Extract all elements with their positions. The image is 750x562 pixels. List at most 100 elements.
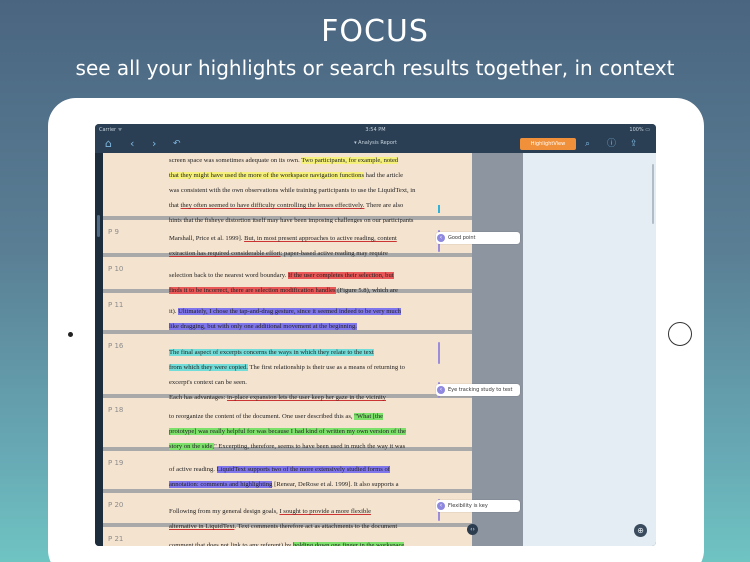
plain-text: screen space was sometimes adequate on i… [169,157,302,164]
plain-text: was consistent with the own observations… [169,187,416,194]
plain-text: (Figure 5.8), which are [335,287,398,294]
plain-text: of active reading. [169,466,217,473]
excerpt-text: to reorganize the content of the documen… [169,409,469,454]
highlight-span[interactable]: annotation: comments and highlighting [169,481,273,488]
plain-text: it). [169,308,179,315]
workspace-pane[interactable] [523,153,656,546]
excerpt-text: of active reading. LiquidText supports t… [169,462,469,492]
text-line: of active reading. LiquidText supports t… [169,462,469,477]
plain-text: The first relationship is their use as a… [247,364,405,371]
highlight-span[interactable]: they often seemed to have difficulty con… [181,202,365,209]
help-icon[interactable]: ⓘ [607,137,616,151]
share-icon[interactable]: ⇪ [630,137,638,151]
home-button [668,322,692,346]
status-bar: Carrier ᯤ 3:54 PM 100% ▭ [95,124,656,135]
rail-handle[interactable] [97,215,100,237]
excerpt-text: comment that does not link to any refere… [169,538,469,546]
gutter-column [472,153,523,546]
excerpt-block[interactable]: screen space was sometimes adequate on i… [103,153,472,224]
nav-bar: ⌂ ‹ › ↶ ▾ Analysis Report HighlightView … [95,135,656,153]
text-line: Marshall, Price et al. 1999]. But, in mo… [169,231,469,246]
text-line: like dragging, but with only one additio… [169,319,469,334]
excerpt-text: screen space was sometimes adequate on i… [169,153,469,228]
split-resize-icon[interactable]: ‹› [467,524,478,535]
excerpt-block[interactable]: P 20 Following from my general design go… [103,496,472,530]
annotation-marker [438,205,440,213]
plain-text: Marshall, Price et al. 1999]. [169,235,245,242]
zoom-icon[interactable]: ⊕ [634,524,647,537]
comment-collapse-icon[interactable]: ‹ [437,386,445,394]
excerpt-block[interactable]: P 10 selection back to the nearest word b… [103,260,472,294]
highlight-span[interactable]: LiquidText supports two of the more exte… [216,466,390,473]
comment-link-bar [438,342,440,364]
highlight-span[interactable]: The final aspect of excerpts concerns th… [169,349,374,356]
text-line: excerpt's context can be seen. [169,375,469,390]
page-number: P 20 [108,501,124,509]
text-line: prototype] was really helpful for was be… [169,424,469,439]
text-line: from which they were copied. The first r… [169,360,469,375]
comment-text: Flexibility is key [448,503,488,509]
page-number: P 19 [108,459,124,467]
text-line: The final aspect of excerpts concerns th… [169,345,469,360]
highlight-span[interactable]: in-place expansion lets the user keep he… [227,394,386,401]
comment-text: Eye tracking study to test [448,387,513,393]
highlight-span[interactable]: alternative in LiquidText [169,523,234,530]
search-icon[interactable]: ⌕ [585,137,590,151]
comment-good-point[interactable]: ‹ Good point [436,232,520,244]
highlight-span[interactable]: Ultimately, I chose the tap-and-drag ges… [178,308,401,315]
workspace-scrollbar[interactable] [652,164,654,224]
highlight-span[interactable]: from which they were copied. [169,364,248,371]
highlight-span[interactable]: holding down one finger in the workspace [292,542,405,546]
text-line: extraction has required considerable eff… [169,246,469,261]
highlight-span[interactable]: finds it to be incorrect, there are sele… [169,287,336,294]
plain-text: . Text comments therefore act as attachm… [234,523,398,530]
text-line: story on the side," Excerpting, therefor… [169,439,469,454]
highlight-span[interactable]: But, in most present approaches to activ… [244,235,397,242]
text-line: was consistent with the own observations… [169,183,469,198]
highlight-span[interactable]: extraction has required considerable eff… [169,250,281,257]
plain-text: " Excerpting, therefore, seems to have b… [214,443,406,450]
text-line: that they often seemed to have difficult… [169,198,469,213]
plain-text: had the article [364,172,404,179]
camera-dot [68,332,73,337]
page-number: P 11 [108,301,124,309]
plain-text: selection back to the nearest word bound… [169,272,288,279]
highlight-span[interactable]: like dragging, but with only one additio… [169,323,357,330]
highlight-span[interactable]: If the user completes their selection, b… [287,272,394,279]
excerpt-block[interactable]: P 19 of active reading. LiquidText suppor… [103,454,472,493]
plain-text: [Renear, DeRose et al. 1999]. It also su… [272,481,399,488]
page-number: P 21 [108,535,124,543]
highlight-span[interactable]: I sought to provide a more flexible [279,508,371,515]
text-line: comment that does not link to any refere… [169,538,469,546]
highlight-span[interactable]: "What [the [354,413,384,420]
plain-text: to reorganize the content of the documen… [169,413,355,420]
excerpt-block[interactable]: P 11 it). Ultimately, I chose the tap-and… [103,296,472,334]
document-pane[interactable]: screen space was sometimes adequate on i… [103,153,472,546]
page-number: P 16 [108,342,124,350]
text-line: it). Ultimately, I chose the tap-and-dra… [169,304,469,319]
promo-subline: see all your highlights or search result… [75,56,675,80]
excerpt-block[interactable]: P 21 comment that does not link to any re… [103,530,472,546]
comment-collapse-icon[interactable]: ‹ [437,234,445,242]
excerpt-block[interactable]: P 9 Marshall, Price et al. 1999]. But, in… [103,223,472,257]
highlight-view-button[interactable]: HighlightView [520,138,576,150]
text-line: that they might have used the more of th… [169,168,469,183]
excerpt-text: selection back to the nearest word bound… [169,268,469,298]
page-number: P 9 [108,228,119,236]
left-rail [95,153,103,546]
excerpt-block[interactable]: P 18 to reorganize the content of the doc… [103,401,472,451]
promo-headline: FOCUS [321,14,429,49]
battery-label: 100% ▭ [629,127,650,133]
plain-text: There are also [364,202,404,209]
comment-collapse-icon[interactable]: ‹ [437,502,445,510]
comment-eye-tracking[interactable]: ‹ Eye tracking study to test [436,384,520,396]
highlight-span[interactable]: Two participants, for example, noted [301,157,399,164]
highlight-span[interactable]: prototype] was really helpful for was be… [169,428,406,435]
plain-text: comment that does not link to any refere… [169,542,293,546]
highlight-span[interactable]: story on the side, [169,443,215,450]
comment-text: Good point [448,235,476,241]
plain-text: excerpt's context can be seen. [169,379,247,386]
highlight-span[interactable]: that they might have used the more of th… [169,172,365,179]
excerpt-block[interactable]: P 16 The final aspect of excerpts concer… [103,337,472,416]
comment-flexibility[interactable]: ‹ Flexibility is key [436,500,520,512]
